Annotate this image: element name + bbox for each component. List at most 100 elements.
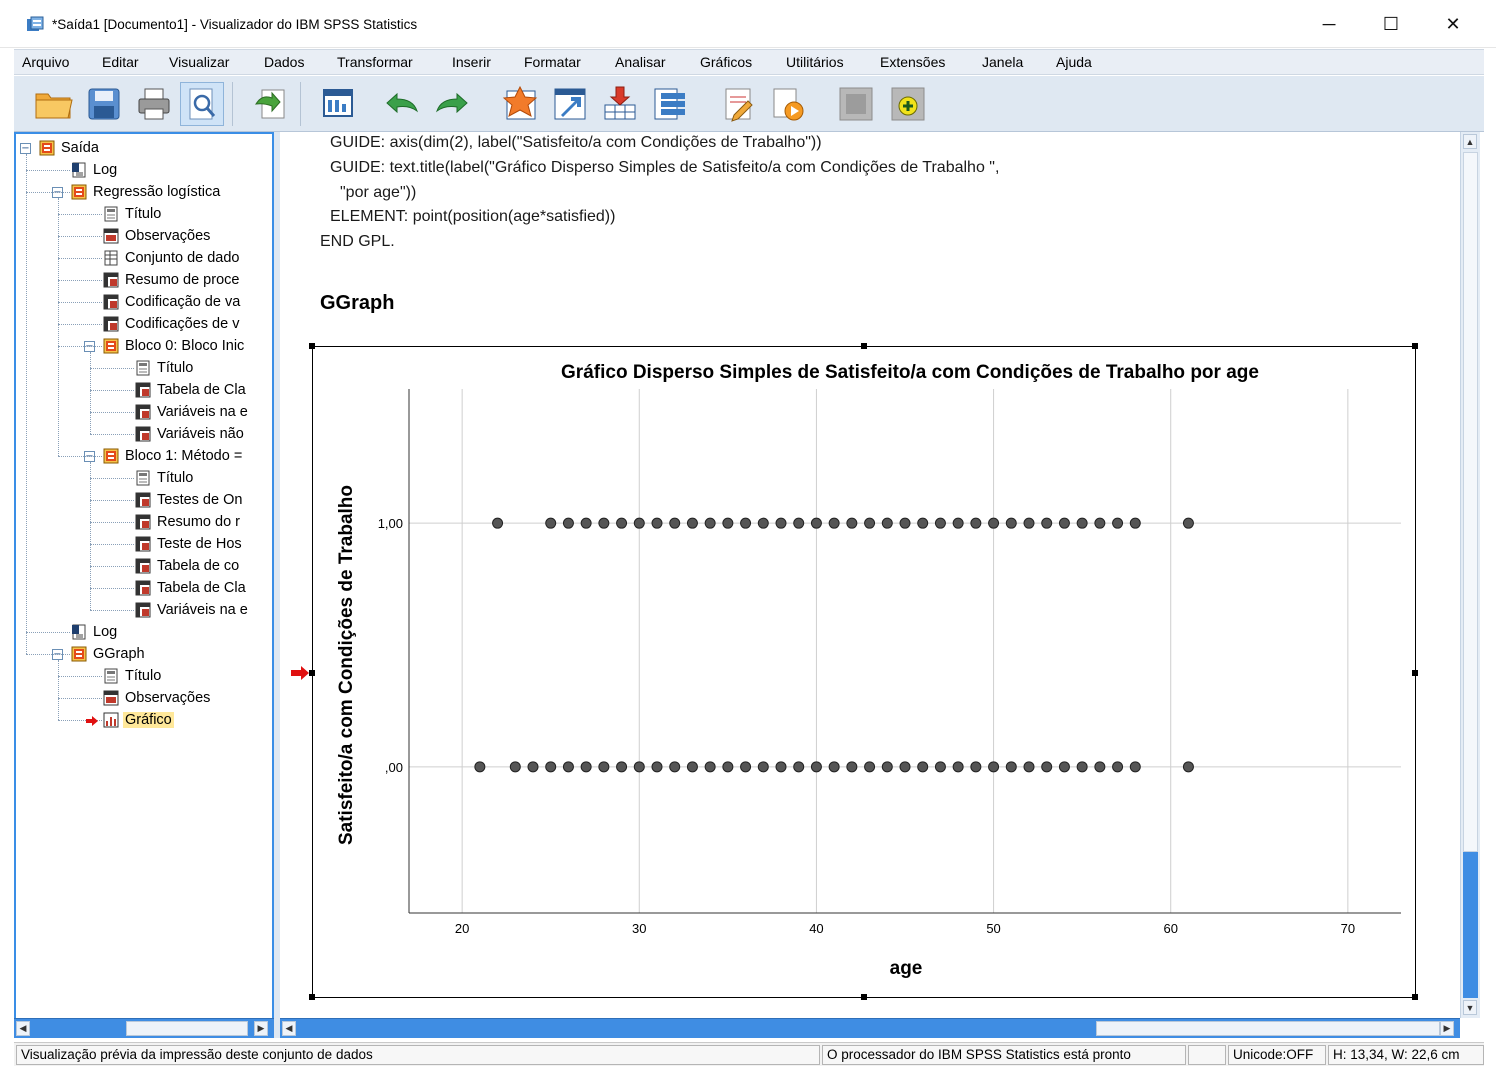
export-icon[interactable] (248, 82, 292, 126)
insert-variable-icon[interactable] (598, 82, 642, 126)
tree-node[interactable]: Testes de On (134, 490, 244, 510)
tree-node[interactable]: Variáveis na e (134, 402, 250, 422)
tree-node[interactable]: Resumo de proce (102, 270, 241, 290)
tree-node[interactable]: Conjunto de dado (102, 248, 242, 268)
tree-node[interactable]: Observações (102, 688, 212, 708)
scroll-thumb[interactable] (1096, 1021, 1440, 1036)
print-preview-icon[interactable] (180, 82, 224, 126)
scroll-left-icon[interactable]: ◀ (16, 1021, 30, 1036)
tree-node[interactable]: Tabela de Cla (134, 578, 248, 598)
chart-object[interactable]: Gráfico Disperso Simples de Satisfeito/a… (312, 346, 1416, 998)
ggraph-heading: GGraph (320, 292, 395, 314)
menu-dados[interactable]: Dados (264, 54, 304, 70)
add-icon[interactable] (886, 82, 930, 126)
resize-handle[interactable] (1412, 670, 1418, 676)
tree-node[interactable]: Título (134, 468, 195, 488)
window-title: *Saída1 [Documento1] - Visualizador do I… (52, 17, 418, 32)
data-point (793, 517, 805, 529)
tree-connector (26, 632, 70, 633)
print-icon[interactable] (132, 82, 176, 126)
tree-node[interactable]: Título (102, 666, 163, 686)
menu-visualizar[interactable]: Visualizar (169, 54, 229, 70)
tree-node[interactable]: Tabela de Cla (134, 380, 248, 400)
tree-node[interactable]: Variáveis não (134, 424, 246, 444)
menu-analisar[interactable]: Analisar (615, 54, 666, 70)
scroll-up-icon[interactable]: ▲ (1463, 134, 1477, 149)
tree-node[interactable]: Saída (38, 138, 101, 158)
resize-handle[interactable] (861, 343, 867, 349)
open-folder-icon[interactable] (32, 82, 76, 126)
tree-node[interactable]: Tabela de co (134, 556, 241, 576)
content-horizontal-scrollbar[interactable]: ◀ ▶ (280, 1018, 1460, 1038)
scroll-left-icon[interactable]: ◀ (282, 1021, 296, 1036)
menu-extensoes[interactable]: Extensões (880, 54, 945, 70)
menu-graficos[interactable]: Gráficos (700, 54, 752, 70)
data-point (881, 761, 893, 773)
save-icon[interactable] (82, 82, 126, 126)
menu-transformar[interactable]: Transformar (337, 54, 413, 70)
designated-window-icon[interactable] (498, 82, 542, 126)
goto-data-icon[interactable] (316, 82, 360, 126)
undo-icon[interactable] (380, 82, 424, 126)
tree-node[interactable]: Título (134, 358, 195, 378)
status-bar: Visualização prévia da impressão deste c… (14, 1042, 1484, 1066)
menu-formatar[interactable]: Formatar (524, 54, 581, 70)
scroll-track[interactable] (1463, 852, 1478, 998)
tree-node[interactable]: Log (70, 160, 119, 180)
pivot-table-icon (134, 580, 151, 596)
tree-node[interactable]: Teste de Hos (134, 534, 244, 554)
tree-node[interactable]: Observações (102, 226, 212, 246)
resize-handle[interactable] (309, 994, 315, 1000)
menu-inserir[interactable]: Inserir (452, 54, 491, 70)
run-icon[interactable] (766, 82, 810, 126)
tree-node[interactable]: Gráfico (102, 710, 174, 730)
data-point (1182, 761, 1194, 773)
menu-editar[interactable]: Editar (102, 54, 139, 70)
tree-node[interactable]: Resumo do r (134, 512, 242, 532)
menu-utilitarios[interactable]: Utilitários (786, 54, 844, 70)
tree-node[interactable]: Codificação de va (102, 292, 242, 312)
maximize-button[interactable]: ☐ (1360, 0, 1422, 48)
output-book-icon (38, 140, 55, 156)
resize-handle[interactable] (861, 994, 867, 1000)
data-point (545, 517, 557, 529)
vertical-scrollbar[interactable]: ▲ ▼ (1460, 132, 1480, 1018)
disabled-icon[interactable] (834, 82, 878, 126)
scroll-thumb[interactable] (1463, 152, 1478, 852)
scroll-down-icon[interactable]: ▼ (1463, 1000, 1477, 1015)
scroll-thumb[interactable] (126, 1021, 248, 1036)
resize-handle[interactable] (1412, 343, 1418, 349)
resize-handle[interactable] (309, 343, 315, 349)
tree-node[interactable]: Log (70, 622, 119, 642)
minimize-button[interactable]: ─ (1298, 0, 1360, 48)
tree-node[interactable]: Variáveis na e (134, 600, 250, 620)
data-point (1129, 761, 1141, 773)
current-item-arrow-icon (291, 666, 309, 680)
data-point (1094, 517, 1106, 529)
tree-node[interactable]: Bloco 1: Método = (102, 446, 244, 466)
tree-connector (90, 588, 134, 589)
tree-connector (58, 214, 102, 215)
goto-case-icon[interactable] (548, 82, 592, 126)
tree-node[interactable]: Codificações de v (102, 314, 241, 334)
script-icon[interactable] (716, 82, 760, 126)
scroll-right-icon[interactable]: ▶ (1440, 1021, 1454, 1036)
tree-node[interactable]: Regressão logística (70, 182, 222, 202)
value-labels-icon[interactable] (648, 82, 692, 126)
redo-icon[interactable] (430, 82, 474, 126)
close-button[interactable]: ✕ (1422, 0, 1484, 48)
menu-arquivo[interactable]: Arquivo (22, 54, 69, 70)
outline-tree-pane[interactable]: Saída − Log Regressão logística − Título Obser… (14, 132, 274, 1038)
data-point (492, 517, 504, 529)
x-tick-label: 50 (986, 921, 1000, 936)
tree-horizontal-scrollbar[interactable]: ◀ ▶ (14, 1018, 274, 1038)
scroll-right-icon[interactable]: ▶ (254, 1021, 268, 1036)
output-content-pane[interactable]: GUIDE: axis(dim(2), label("Satisfeito/a … (280, 132, 1460, 1018)
menu-ajuda[interactable]: Ajuda (1056, 54, 1092, 70)
tree-node[interactable]: Bloco 0: Bloco Inic (102, 336, 246, 356)
collapse-toggle-icon[interactable]: − (20, 143, 31, 154)
tree-node[interactable]: GGraph (70, 644, 147, 664)
tree-node[interactable]: Título (102, 204, 163, 224)
menu-janela[interactable]: Janela (982, 54, 1023, 70)
resize-handle[interactable] (1412, 994, 1418, 1000)
